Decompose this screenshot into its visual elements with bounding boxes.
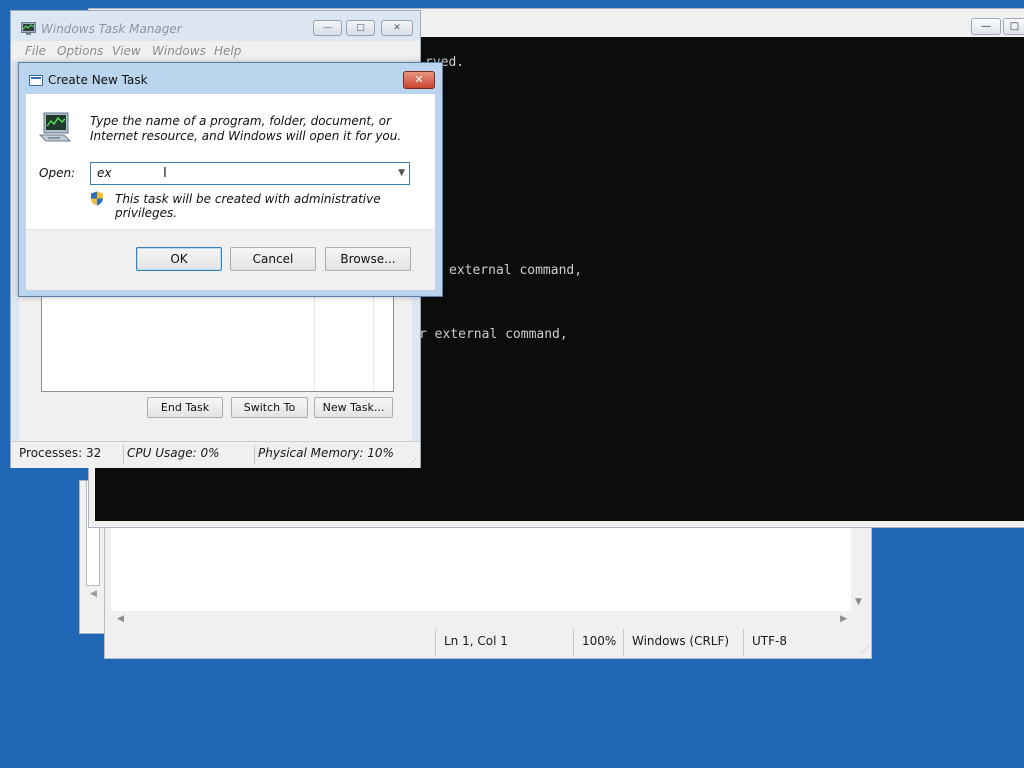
maximize-button[interactable]: □ bbox=[346, 20, 375, 36]
admin-privileges-note: This task will be created with administr… bbox=[115, 192, 381, 220]
resize-grip-icon[interactable]: ⋰ bbox=[409, 457, 417, 466]
dialog-button-area: OK Cancel Browse... bbox=[26, 229, 435, 290]
status-encoding: UTF-8 bbox=[743, 629, 863, 656]
status-physical-memory: Physical Memory: 10% bbox=[258, 446, 394, 460]
create-new-task-dialog: Create New Task ✕ Type the name of a pro… bbox=[18, 62, 443, 297]
ok-button[interactable]: OK bbox=[136, 247, 222, 271]
horizontal-scrollbar[interactable]: ◀ ▶ bbox=[111, 611, 851, 629]
menu-help[interactable]: Help bbox=[214, 44, 241, 58]
task-manager-program-icon bbox=[38, 112, 72, 142]
status-line-ending: Windows (CRLF) bbox=[623, 629, 743, 656]
dialog-client-area: Type the name of a program, folder, docu… bbox=[26, 94, 435, 290]
applications-list[interactable] bbox=[41, 296, 394, 392]
chevron-down-icon[interactable]: ▼ bbox=[398, 168, 405, 178]
status-cursor-position: Ln 1, Col 1 bbox=[435, 629, 573, 656]
minimize-icon: — bbox=[981, 21, 991, 32]
end-task-button[interactable]: End Task bbox=[147, 397, 223, 418]
dialog-title: Create New Task bbox=[48, 73, 148, 87]
maximize-button[interactable]: □ bbox=[1003, 18, 1024, 35]
menu-windows[interactable]: Windows bbox=[152, 44, 206, 58]
console-line: external command, bbox=[449, 263, 583, 278]
status-processes: Processes: 32 bbox=[19, 446, 102, 460]
task-manager-title: Windows Task Manager bbox=[41, 22, 182, 36]
resize-grip-icon[interactable]: ⋰ bbox=[861, 645, 869, 654]
scroll-right-arrow-icon[interactable]: ▶ bbox=[840, 614, 847, 624]
menu-view[interactable]: View bbox=[112, 44, 141, 58]
scroll-down-arrow-icon[interactable]: ▼ bbox=[855, 597, 862, 607]
task-manager-status-bar: Processes: 32 CPU Usage: 0% Physical Mem… bbox=[11, 441, 420, 468]
notepad-status-bar: Ln 1, Col 1 100% Windows (CRLF) UTF-8 ⋰ bbox=[105, 629, 871, 656]
close-icon: ✕ bbox=[414, 73, 424, 86]
browse-button[interactable]: Browse... bbox=[325, 247, 411, 271]
task-manager-icon bbox=[21, 22, 36, 35]
column-divider bbox=[314, 297, 315, 391]
switch-to-button[interactable]: Switch To bbox=[231, 397, 308, 418]
uac-shield-icon bbox=[91, 191, 103, 206]
close-button[interactable]: ✕ bbox=[381, 20, 413, 36]
open-input-value[interactable]: ex bbox=[97, 166, 111, 180]
status-cpu-usage: CPU Usage: 0% bbox=[127, 446, 220, 460]
status-zoom: 100% bbox=[573, 629, 623, 656]
console-line: r external command, bbox=[419, 327, 568, 342]
close-icon: ✕ bbox=[393, 23, 401, 33]
open-combobox[interactable]: ex I ▼ bbox=[90, 162, 410, 185]
open-label: Open: bbox=[39, 166, 76, 180]
menu-options[interactable]: Options bbox=[57, 44, 103, 58]
dialog-title-icon bbox=[29, 75, 43, 86]
task-manager-title-bar[interactable]: Windows Task Manager — □ ✕ bbox=[11, 11, 420, 41]
cancel-button[interactable]: Cancel bbox=[230, 247, 316, 271]
dialog-description: Type the name of a program, folder, docu… bbox=[90, 114, 402, 143]
scroll-left-arrow-icon[interactable]: ◀ bbox=[90, 589, 97, 599]
scroll-left-arrow-icon[interactable]: ◀ bbox=[117, 614, 124, 624]
minimize-button[interactable]: — bbox=[313, 20, 342, 36]
new-task-button[interactable]: New Task... bbox=[314, 397, 393, 418]
menu-bar: File Options View Windows Help bbox=[11, 41, 420, 61]
menu-file[interactable]: File bbox=[25, 44, 46, 58]
column-divider bbox=[373, 297, 374, 391]
dialog-close-button[interactable]: ✕ bbox=[403, 71, 435, 89]
maximize-icon: □ bbox=[356, 23, 365, 33]
text-cursor-icon: I bbox=[163, 166, 167, 181]
maximize-icon: □ bbox=[1009, 21, 1020, 32]
minimize-icon: — bbox=[323, 23, 332, 33]
minimize-button[interactable]: — bbox=[971, 18, 1001, 35]
